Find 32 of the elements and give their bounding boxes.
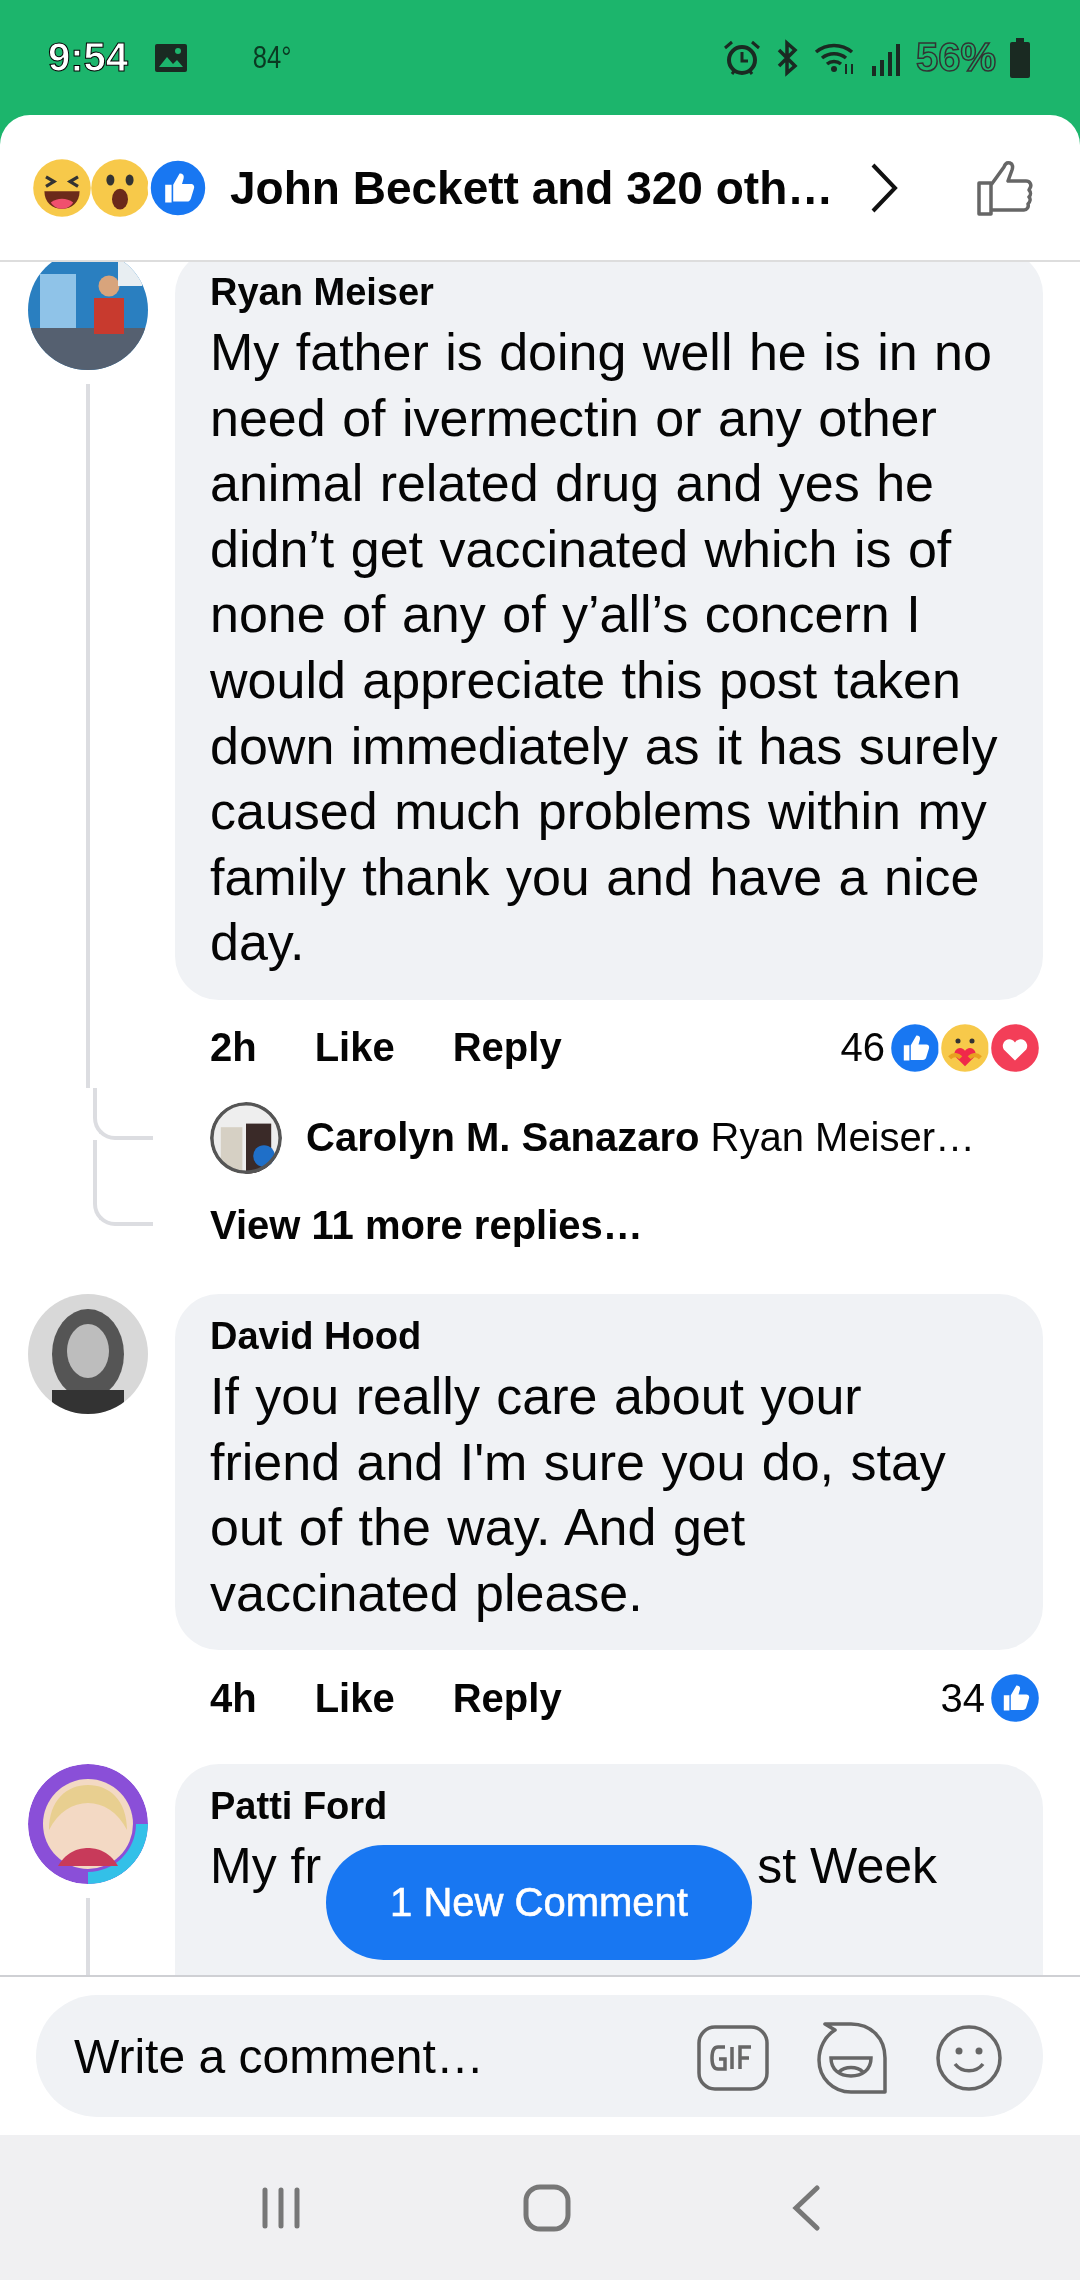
view-more-replies-link[interactable]: View 11 more replies… (175, 1187, 649, 1264)
comment-author[interactable]: David Hood (210, 1311, 1007, 1360)
weather-temperature: 84° (252, 39, 292, 76)
comment-text: My father is doing well he is in no need of ivermectin or any other animal related drug and yes he didn’t get vaccinated which is of none of any of y’all’s concern I would appreciate this post taken down immediately as it has surely caused much problems within my family thank you and have a nice day. (210, 322, 999, 974)
comment-time: 2h (210, 1025, 257, 1071)
status-time: 9:54 (48, 35, 129, 80)
comment-text: My fr (210, 1837, 322, 1897)
comment-author[interactable]: Ryan Meiser (210, 268, 1007, 316)
thumbs-up-icon[interactable] (976, 158, 1036, 217)
comment-time: 4h (210, 1675, 257, 1721)
comment-input-field[interactable]: Write a comment… (36, 1995, 1043, 2117)
emoji-icon[interactable] (935, 2024, 1003, 2092)
comment-text: If you really care about your friend and I'm sure you do, stay out of the way. And get vaccinated please. (210, 1365, 947, 1624)
sticker-icon[interactable] (815, 2022, 889, 2094)
like-button[interactable]: Like (314, 1025, 395, 1071)
reply-preview[interactable]: Carolyn M. Sanazaro Ryan Meiser… (306, 1115, 976, 1161)
reply-button[interactable]: Reply (452, 1025, 562, 1071)
chevron-right-icon[interactable] (869, 161, 900, 214)
gif-icon[interactable] (697, 2025, 769, 2091)
reaction-count[interactable]: 46 (840, 1025, 885, 1071)
image-icon (154, 42, 189, 73)
comment-author[interactable]: Patti Ford (210, 1782, 1007, 1831)
like-button[interactable]: Like (314, 1675, 395, 1721)
reaction-count[interactable]: 34 (940, 1675, 985, 1721)
battery-percentage: 56% (915, 35, 996, 80)
reply-button[interactable]: Reply (452, 1675, 562, 1721)
back-icon[interactable] (790, 2184, 821, 2231)
reactions-summary[interactable]: John Beckett and 320 oth… (230, 160, 834, 215)
comment-text: st Week (757, 1837, 937, 1897)
new-comment-button[interactable]: 1 New Comment (326, 1845, 752, 1960)
home-icon[interactable] (522, 2182, 572, 2233)
battery-icon (1008, 37, 1032, 78)
